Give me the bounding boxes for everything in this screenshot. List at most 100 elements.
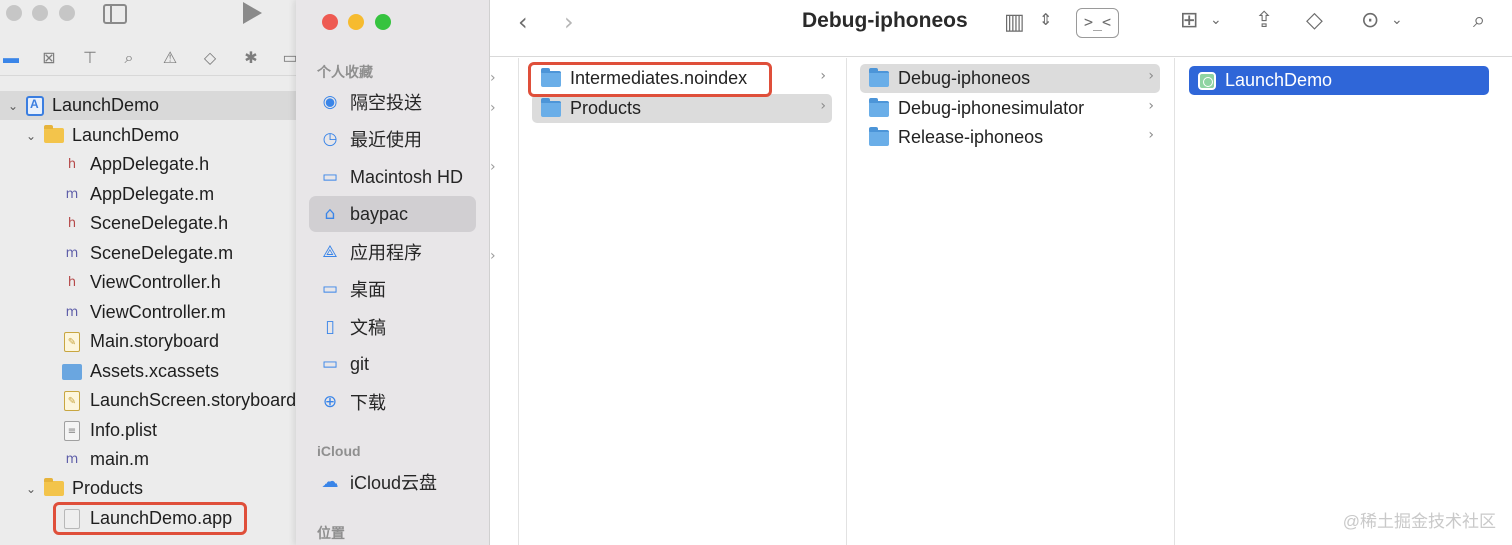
forward-icon[interactable]: › — [564, 8, 574, 36]
row-label: Release-iphoneos — [898, 127, 1044, 147]
sidebar-item-desktop[interactable]: ▭ 桌面 — [309, 271, 476, 307]
finder-sidebar: 个人收藏 ◉ 隔空投送 ◷ 最近使用 ▭ Macintosh HD ⌂ bayp… — [296, 0, 490, 545]
sidebar-item-label: git — [350, 353, 370, 374]
plist-file-icon: ≡ — [64, 420, 80, 441]
more-icon[interactable]: ⊙ — [1361, 8, 1379, 33]
sidebar-item-applications[interactable]: ⟁ 应用程序 — [309, 234, 476, 270]
sidebar-section-favorites: 个人收藏 — [317, 64, 373, 80]
tree-row-file[interactable]: m AppDelegate.m — [0, 180, 310, 209]
chevron-down-icon[interactable]: ⌄ — [1210, 12, 1222, 28]
minimize-button[interactable] — [348, 14, 364, 30]
tree-row-label: main.m — [90, 449, 150, 469]
finder-window: 个人收藏 ◉ 隔空投送 ◷ 最近使用 ▭ Macintosh HD ⌂ bayp… — [296, 0, 1512, 545]
column-row-folder[interactable]: Debug-iphonesimulator › — [860, 94, 1160, 123]
apps-icon: ⟁ — [322, 242, 338, 262]
tree-row-file[interactable]: h ViewController.h — [0, 268, 310, 297]
header-file-icon: h — [67, 156, 77, 172]
tree-row-group[interactable]: ⌄ Products — [0, 474, 310, 503]
finder-column-1: Intermediates.noindex › Products › — [519, 58, 847, 545]
tree-row-file[interactable]: h SceneDelegate.h — [0, 209, 310, 238]
tag-icon[interactable]: ◇ — [1306, 8, 1323, 33]
chevron-right-icon: › — [1148, 68, 1154, 84]
chevron-right-icon: › — [490, 70, 496, 86]
column-row-folder[interactable]: Release-iphoneos › — [860, 123, 1160, 152]
tree-row-file[interactable]: ✎ LaunchScreen.storyboard — [0, 386, 310, 415]
tree-row-file[interactable]: ≡ Info.plist — [0, 416, 310, 445]
chevron-down-icon[interactable]: ⌄ — [24, 482, 38, 496]
sort-chevron-icon[interactable]: ⇕ — [1039, 10, 1052, 29]
column-view-icon[interactable]: ▥ — [1004, 10, 1025, 35]
zoom-button[interactable] — [59, 5, 75, 21]
sidebar-item-label: 下载 — [350, 393, 386, 413]
sidebar-item-label: 应用程序 — [350, 243, 422, 263]
chevron-right-icon: › — [1148, 98, 1154, 114]
tree-row-label: LaunchDemo — [72, 125, 180, 145]
desktop-icon: ▭ — [321, 279, 339, 299]
finder-column-3: LaunchDemo — [1175, 58, 1512, 545]
test-icon[interactable]: ◇ — [199, 48, 221, 70]
chevron-down-icon[interactable]: ⌄ — [1391, 12, 1403, 28]
sidebar-item-label: 文稿 — [350, 318, 386, 338]
airdrop-icon: ◉ — [322, 92, 338, 112]
folder-icon: ▭ — [321, 354, 339, 374]
chevron-down-icon[interactable]: ⌄ — [24, 129, 38, 143]
app-icon — [1198, 71, 1216, 90]
warning-icon[interactable]: ⚠ — [159, 48, 181, 70]
highlight-annotation — [528, 62, 772, 97]
close-button[interactable] — [6, 5, 22, 21]
implementation-file-icon: m — [65, 245, 79, 261]
watermark: @稀土掘金技术社区 — [1342, 512, 1496, 531]
tree-row-file[interactable]: m SceneDelegate.m — [0, 239, 310, 268]
sidebar-item-airdrop[interactable]: ◉ 隔空投送 — [309, 84, 476, 120]
issue-icon[interactable]: ⊠ — [38, 48, 60, 70]
finder-toolbar: ‹ › Debug-iphoneos ▥ ⇕ >_< ⊞ ⌄ ⇪ ◇ ⊙ ⌄ ⌕ — [490, 0, 1512, 57]
sidebar-item-recents[interactable]: ◷ 最近使用 — [309, 121, 476, 157]
zoom-button[interactable] — [375, 14, 391, 30]
tree-row-file[interactable]: Assets.xcassets — [0, 357, 310, 386]
cloud-icon: ☁ — [321, 472, 339, 492]
debug-icon[interactable]: ✱ — [240, 48, 262, 70]
asset-catalog-icon — [62, 363, 82, 380]
column-row-folder[interactable]: Products › — [532, 94, 832, 123]
sidebar-item-documents[interactable]: ▯ 文稿 — [309, 309, 476, 345]
sidebar-toggle-icon[interactable] — [103, 4, 127, 24]
download-icon: ⊕ — [322, 392, 338, 412]
row-label: Products — [570, 98, 642, 118]
column-row-folder[interactable]: Debug-iphoneos › — [860, 64, 1160, 93]
sidebar-item-macintosh-hd[interactable]: ▭ Macintosh HD — [309, 159, 476, 195]
minimize-button[interactable] — [32, 5, 48, 21]
tree-row-file[interactable]: ✎ Main.storyboard — [0, 327, 310, 356]
tree-row-group[interactable]: ⌄ LaunchDemo — [0, 121, 310, 150]
group-view-icon[interactable]: ⊞ — [1180, 8, 1198, 33]
implementation-file-icon: m — [65, 186, 79, 202]
tree-row-file[interactable]: m main.m — [0, 445, 310, 474]
chevron-right-icon: › — [820, 98, 826, 114]
sidebar-item-label: 最近使用 — [350, 130, 422, 150]
search-icon[interactable]: ⌕ — [1473, 8, 1485, 33]
sidebar-item-home[interactable]: ⌂ baypac — [309, 196, 476, 232]
run-icon[interactable] — [243, 2, 262, 24]
tree-row-label: Info.plist — [90, 420, 158, 440]
sidebar-item-downloads[interactable]: ⊕ 下载 — [309, 384, 476, 420]
back-icon[interactable]: ‹ — [518, 8, 528, 36]
storyboard-file-icon: ✎ — [64, 331, 80, 352]
chevron-down-icon[interactable]: ⌄ — [6, 99, 20, 113]
tree-row-file[interactable]: m ViewController.m — [0, 298, 310, 327]
implementation-file-icon: m — [65, 304, 79, 320]
close-button[interactable] — [322, 14, 338, 30]
hierarchy-icon[interactable]: ⊤ — [79, 48, 101, 70]
sidebar-item-icloud-drive[interactable]: ☁ iCloud云盘 — [309, 464, 476, 500]
share-icon[interactable]: ⇪ — [1255, 8, 1273, 33]
sidebar-section-icloud: iCloud — [317, 443, 361, 459]
tree-row-label: ViewController.h — [90, 272, 221, 292]
folder-icon — [869, 126, 889, 146]
sidebar-item-git[interactable]: ▭ git — [309, 346, 476, 382]
folder-icon[interactable]: ▬ — [0, 48, 22, 70]
tree-row-project[interactable]: ⌄ LaunchDemo — [0, 91, 310, 120]
terminal-icon[interactable]: >_< — [1076, 8, 1119, 38]
chevron-right-icon: › — [820, 68, 826, 84]
tree-row-file[interactable]: h AppDelegate.h — [0, 150, 310, 179]
column-row-app[interactable]: LaunchDemo — [1189, 66, 1489, 95]
search-icon[interactable]: ⌕ — [118, 48, 140, 70]
folder-icon — [869, 67, 889, 87]
